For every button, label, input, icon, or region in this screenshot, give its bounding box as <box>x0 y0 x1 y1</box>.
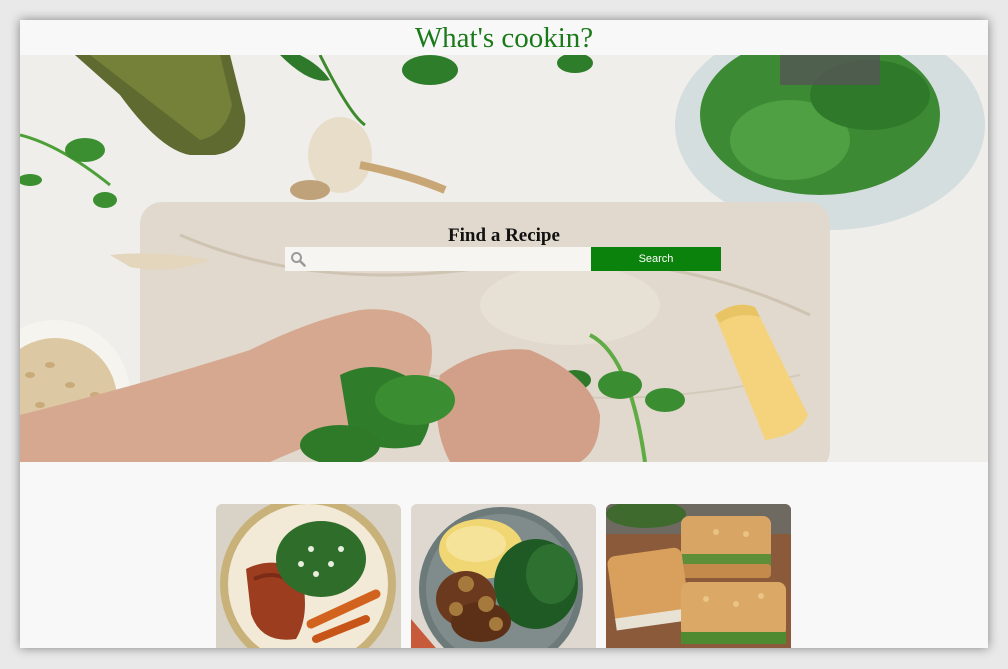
recipe-card-image <box>606 504 791 648</box>
search-button[interactable]: Search <box>591 247 721 271</box>
recipe-card-image <box>411 504 596 648</box>
hero-banner: Find a Recipe Search <box>20 55 988 462</box>
recipe-card[interactable] <box>606 504 791 648</box>
site-title: What's cookin? <box>20 20 988 55</box>
recipe-card[interactable] <box>216 504 401 648</box>
find-recipe-heading: Find a Recipe <box>448 225 560 246</box>
recipe-card-image <box>216 504 401 648</box>
search-icon <box>291 252 306 267</box>
recipe-card-list <box>216 504 792 648</box>
search-box <box>285 247 591 271</box>
recipe-search-input[interactable] <box>309 247 587 271</box>
recipe-search-form: Search <box>285 247 721 271</box>
recipe-card[interactable] <box>411 504 596 648</box>
browser-viewport: What's cookin? Find a Recipe Search <box>20 20 988 648</box>
